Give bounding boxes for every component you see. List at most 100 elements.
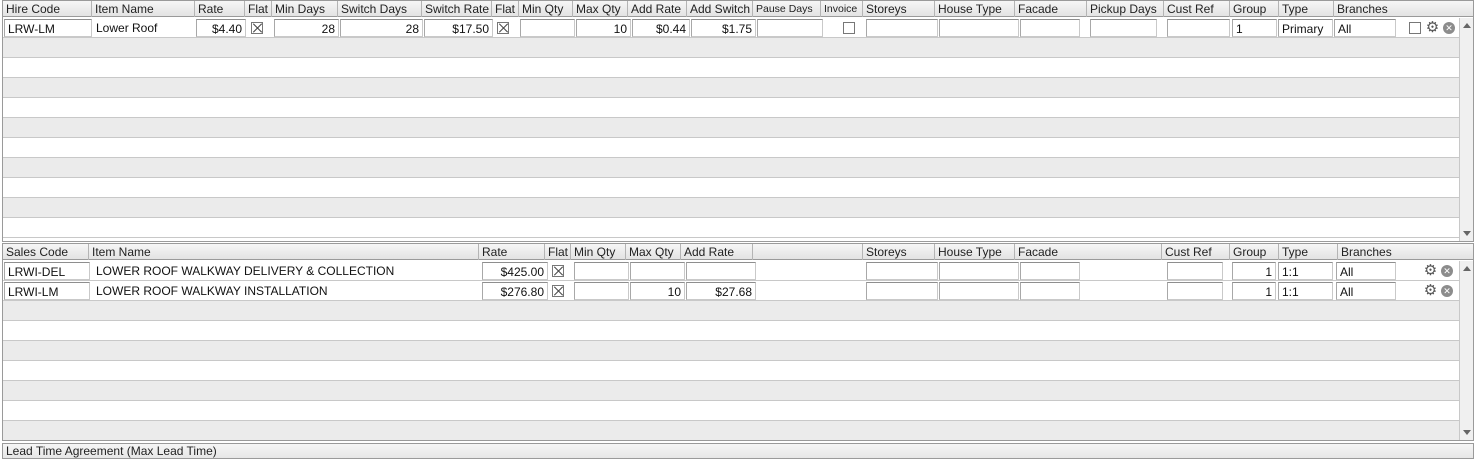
house-type-field[interactable]: [939, 262, 1019, 280]
add-switch-field[interactable]: $1.75: [691, 19, 756, 37]
col-hire-code[interactable]: Hire Code: [3, 1, 92, 17]
max-qty-field[interactable]: [630, 262, 685, 280]
col-add-rate[interactable]: Add Rate: [681, 244, 753, 260]
col-flat-2[interactable]: Flat: [492, 1, 519, 17]
rate-field[interactable]: $425.00: [482, 262, 548, 280]
pickup-days-field[interactable]: [1090, 19, 1157, 37]
add-rate-field[interactable]: [686, 262, 756, 280]
min-qty-field[interactable]: [574, 262, 629, 280]
col-switch-rate[interactable]: Switch Rate: [422, 1, 492, 17]
cust-ref-field[interactable]: [1167, 262, 1223, 280]
hire-code-field[interactable]: LRW-LM: [4, 19, 92, 37]
col-branches[interactable]: Branches: [1334, 1, 1473, 17]
gear-icon[interactable]: ⚙: [1425, 20, 1440, 35]
min-qty-field[interactable]: [574, 282, 629, 300]
hire-vertical-scrollbar[interactable]: [1459, 18, 1473, 241]
col-cust-ref[interactable]: Cust Ref: [1162, 244, 1230, 260]
col-rate[interactable]: Rate: [195, 1, 245, 17]
col-group[interactable]: Group: [1230, 1, 1279, 17]
col-min-qty[interactable]: Min Qty: [519, 1, 573, 17]
table-row[interactable]: LRW-LM Lower Roof $4.40 28 28 $17.50 10 …: [3, 18, 1459, 38]
invoice-checkbox[interactable]: [843, 22, 855, 34]
rate-field[interactable]: $276.80: [482, 282, 548, 300]
house-type-field[interactable]: [939, 282, 1019, 300]
branches-select[interactable]: All: [1336, 282, 1396, 300]
storeys-field[interactable]: [866, 282, 938, 300]
col-branches[interactable]: Branches: [1338, 244, 1473, 260]
item-name-field[interactable]: LOWER ROOF WALKWAY INSTALLATION: [93, 282, 473, 300]
flat-checkbox[interactable]: [552, 285, 564, 297]
col-type[interactable]: Type: [1279, 1, 1334, 17]
item-name-field[interactable]: LOWER ROOF WALKWAY DELIVERY & COLLECTION: [93, 262, 473, 280]
col-house-type[interactable]: House Type: [935, 1, 1015, 17]
lead-time-agreement-section[interactable]: Lead Time Agreement (Max Lead Time): [2, 443, 1474, 459]
col-group[interactable]: Group: [1230, 244, 1279, 260]
house-type-field[interactable]: [939, 19, 1019, 37]
type-select[interactable]: Primary: [1278, 19, 1333, 37]
close-circle-icon[interactable]: ✕: [1443, 22, 1455, 34]
sales-code-field[interactable]: LRWI-LM: [4, 282, 90, 300]
col-max-qty[interactable]: Max Qty: [573, 1, 628, 17]
sales-code-field[interactable]: LRWI-DEL: [4, 262, 90, 280]
flat-2-checkbox[interactable]: [497, 22, 509, 34]
col-rate[interactable]: Rate: [479, 244, 545, 260]
col-switch-days[interactable]: Switch Days: [338, 1, 422, 17]
col-flat[interactable]: Flat: [545, 244, 571, 260]
group-field[interactable]: 1: [1232, 262, 1276, 280]
table-row[interactable]: LRWI-LM LOWER ROOF WALKWAY INSTALLATION …: [3, 281, 1459, 301]
gear-icon[interactable]: ⚙: [1423, 283, 1438, 298]
table-row[interactable]: LRWI-DEL LOWER ROOF WALKWAY DELIVERY & C…: [3, 261, 1459, 281]
col-pause-days[interactable]: Pause Days: [753, 1, 821, 17]
sales-vertical-scrollbar[interactable]: [1459, 261, 1473, 440]
col-max-qty[interactable]: Max Qty: [626, 244, 681, 260]
facade-field[interactable]: [1020, 262, 1080, 280]
branches-select[interactable]: All: [1336, 262, 1396, 280]
col-min-qty[interactable]: Min Qty: [571, 244, 626, 260]
row-select-checkbox[interactable]: [1409, 22, 1421, 34]
min-days-field[interactable]: 28: [274, 19, 339, 37]
col-flat[interactable]: Flat: [245, 1, 272, 17]
storeys-field[interactable]: [866, 262, 938, 280]
add-rate-field[interactable]: $0.44: [632, 19, 690, 37]
pause-days-field[interactable]: [757, 19, 823, 37]
col-pickup-days[interactable]: Pickup Days: [1087, 1, 1164, 17]
scroll-down-icon[interactable]: [1463, 430, 1471, 435]
col-house-type[interactable]: House Type: [935, 244, 1015, 260]
col-add-rate[interactable]: Add Rate: [628, 1, 687, 17]
min-qty-field[interactable]: [520, 19, 575, 37]
scroll-up-icon[interactable]: [1463, 23, 1471, 28]
branches-select[interactable]: All: [1334, 19, 1396, 37]
group-field[interactable]: 1: [1232, 282, 1276, 300]
max-qty-field[interactable]: 10: [576, 19, 631, 37]
scroll-up-icon[interactable]: [1463, 266, 1471, 271]
switch-days-field[interactable]: 28: [340, 19, 423, 37]
flat-checkbox[interactable]: [552, 265, 564, 277]
switch-rate-field[interactable]: $17.50: [424, 19, 493, 37]
col-item-name[interactable]: Item Name: [89, 244, 479, 260]
add-rate-field[interactable]: $27.68: [686, 282, 756, 300]
storeys-field[interactable]: [866, 19, 938, 37]
col-add-switch[interactable]: Add Switch: [687, 1, 753, 17]
max-qty-field[interactable]: 10: [630, 282, 685, 300]
col-storeys[interactable]: Storeys: [863, 244, 935, 260]
facade-field[interactable]: [1020, 282, 1080, 300]
col-item-name[interactable]: Item Name: [92, 1, 195, 17]
scroll-down-icon[interactable]: [1463, 231, 1471, 236]
gear-icon[interactable]: ⚙: [1423, 263, 1438, 278]
cust-ref-field[interactable]: [1167, 282, 1223, 300]
col-type[interactable]: Type: [1279, 244, 1338, 260]
col-sales-code[interactable]: Sales Code: [3, 244, 89, 260]
col-min-days[interactable]: Min Days: [272, 1, 338, 17]
item-name-field[interactable]: Lower Roof: [93, 19, 193, 37]
facade-field[interactable]: [1020, 19, 1080, 37]
rate-field[interactable]: $4.40: [196, 19, 246, 37]
col-invoice[interactable]: Invoice: [821, 1, 863, 17]
col-facade[interactable]: Facade: [1015, 244, 1162, 260]
close-circle-icon[interactable]: ✕: [1441, 265, 1453, 277]
col-cust-ref[interactable]: Cust Ref: [1164, 1, 1230, 17]
group-field[interactable]: 1: [1232, 19, 1277, 37]
type-select[interactable]: 1:1: [1278, 282, 1333, 300]
cust-ref-field[interactable]: [1167, 19, 1230, 37]
flat-checkbox[interactable]: [251, 22, 263, 34]
col-facade[interactable]: Facade: [1015, 1, 1087, 17]
